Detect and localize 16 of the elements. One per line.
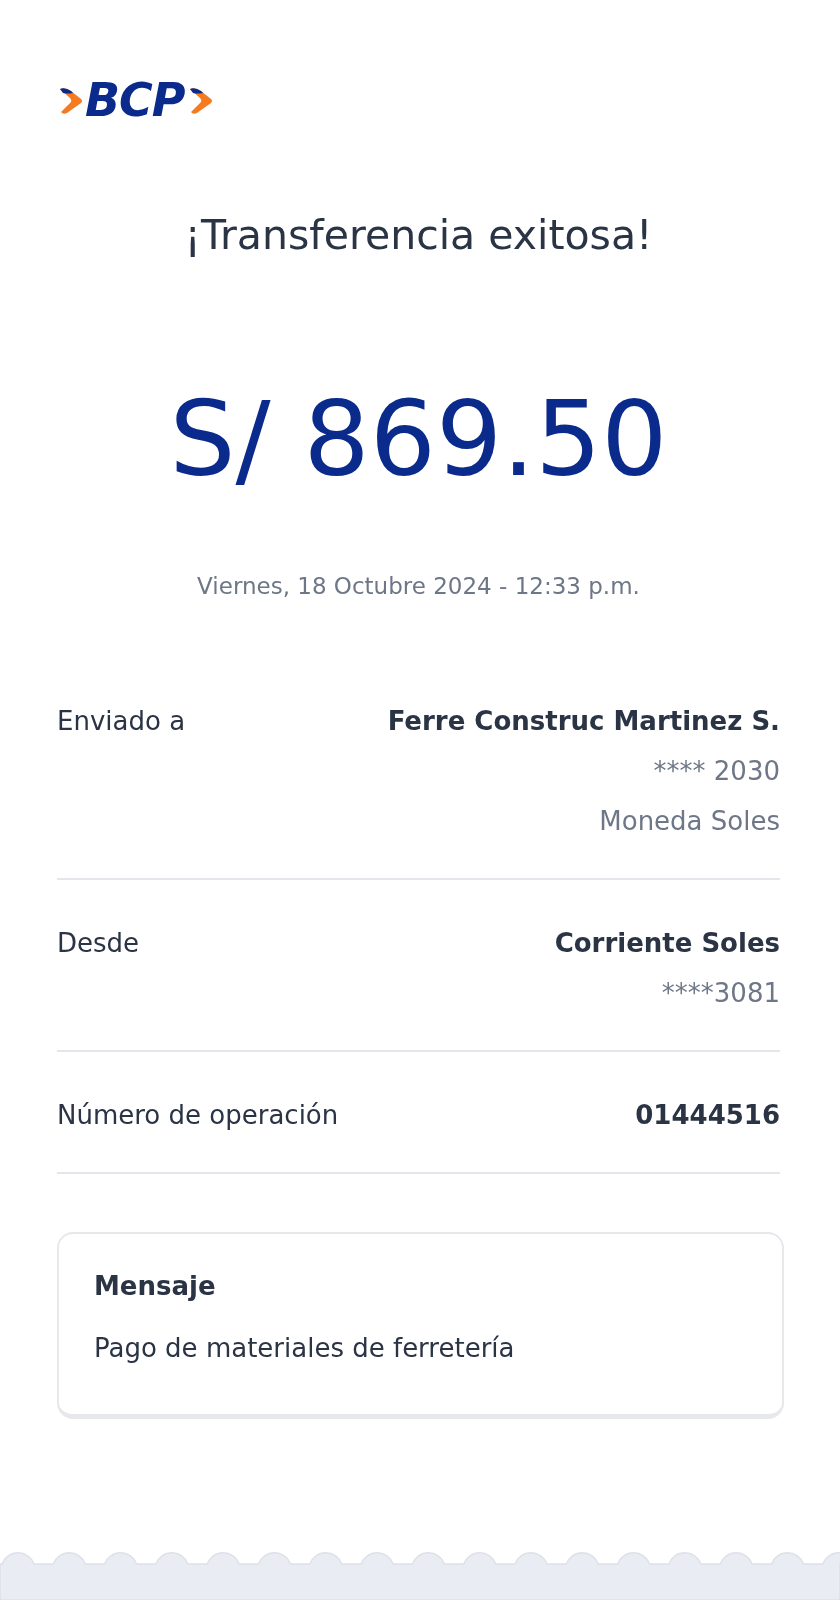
logo-text: BCP (85, 80, 185, 120)
detail-value: Corriente Soles (554, 927, 780, 960)
detail-value: ****3081 (661, 977, 780, 1010)
detail-label: Enviado a (57, 705, 186, 738)
detail-value: Moneda Soles (599, 805, 780, 838)
date-time: Viernes, 18 Octubre 2024 - 12:33 p.m. (197, 572, 640, 601)
detail-label: Desde (57, 927, 140, 960)
detail-value: Ferre Construc Martinez S. (387, 705, 780, 738)
message-title: Mensaje (94, 1270, 217, 1303)
success-title: ¡Transferencia exitosa! (184, 210, 653, 260)
detail-value: 01444516 (635, 1099, 780, 1132)
detail-value: **** 2030 (653, 755, 780, 788)
detail-label: Número de operación (57, 1099, 339, 1132)
chevron-icon (57, 85, 83, 115)
message-text: Pago de materiales de ferretería (94, 1332, 516, 1365)
amount: S/ 869.50 (169, 379, 668, 499)
